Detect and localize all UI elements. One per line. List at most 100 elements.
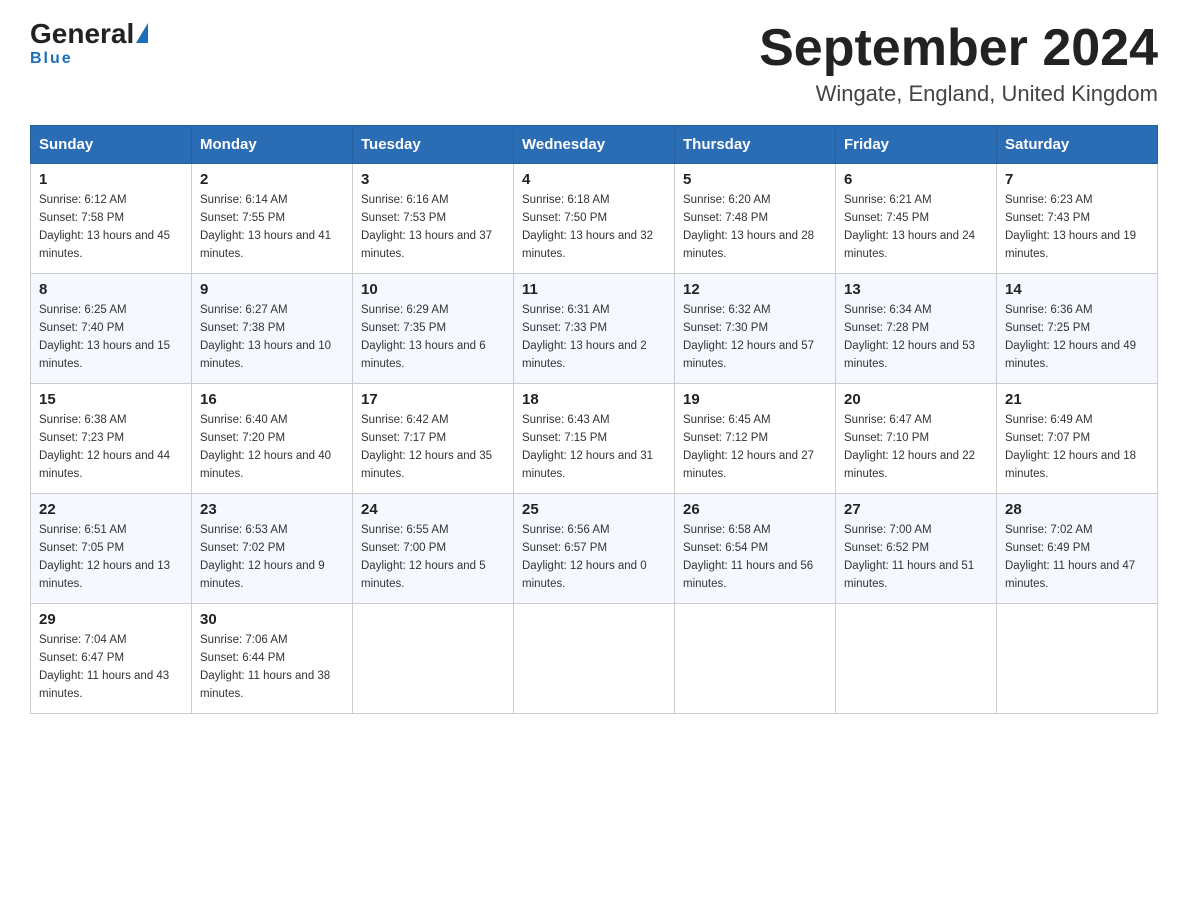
day-info: Sunrise: 6:18 AM Sunset: 7:50 PM Dayligh… xyxy=(522,192,666,263)
day-info: Sunrise: 7:02 AM Sunset: 6:49 PM Dayligh… xyxy=(1005,522,1149,593)
day-info: Sunrise: 6:47 AM Sunset: 7:10 PM Dayligh… xyxy=(844,412,988,483)
table-row: 11 Sunrise: 6:31 AM Sunset: 7:33 PM Dayl… xyxy=(514,274,675,384)
day-number: 26 xyxy=(683,501,827,518)
day-number: 4 xyxy=(522,171,666,188)
day-info: Sunrise: 6:51 AM Sunset: 7:05 PM Dayligh… xyxy=(39,522,183,593)
day-number: 29 xyxy=(39,611,183,628)
table-row: 26 Sunrise: 6:58 AM Sunset: 6:54 PM Dayl… xyxy=(675,494,836,604)
logo-blue: Blue xyxy=(30,50,73,68)
day-info: Sunrise: 6:23 AM Sunset: 7:43 PM Dayligh… xyxy=(1005,192,1149,263)
day-number: 12 xyxy=(683,281,827,298)
header-saturday: Saturday xyxy=(997,126,1158,164)
header-wednesday: Wednesday xyxy=(514,126,675,164)
day-info: Sunrise: 6:42 AM Sunset: 7:17 PM Dayligh… xyxy=(361,412,505,483)
table-row: 21 Sunrise: 6:49 AM Sunset: 7:07 PM Dayl… xyxy=(997,384,1158,494)
day-number: 15 xyxy=(39,391,183,408)
table-row: 9 Sunrise: 6:27 AM Sunset: 7:38 PM Dayli… xyxy=(192,274,353,384)
day-info: Sunrise: 6:27 AM Sunset: 7:38 PM Dayligh… xyxy=(200,302,344,373)
day-number: 1 xyxy=(39,171,183,188)
day-info: Sunrise: 6:58 AM Sunset: 6:54 PM Dayligh… xyxy=(683,522,827,593)
day-info: Sunrise: 6:31 AM Sunset: 7:33 PM Dayligh… xyxy=(522,302,666,373)
table-row: 10 Sunrise: 6:29 AM Sunset: 7:35 PM Dayl… xyxy=(353,274,514,384)
day-number: 28 xyxy=(1005,501,1149,518)
header-monday: Monday xyxy=(192,126,353,164)
header-tuesday: Tuesday xyxy=(353,126,514,164)
day-number: 9 xyxy=(200,281,344,298)
day-number: 16 xyxy=(200,391,344,408)
logo: General Blue xyxy=(30,20,148,68)
day-number: 13 xyxy=(844,281,988,298)
day-info: Sunrise: 7:00 AM Sunset: 6:52 PM Dayligh… xyxy=(844,522,988,593)
table-row xyxy=(675,604,836,714)
table-row: 29 Sunrise: 7:04 AM Sunset: 6:47 PM Dayl… xyxy=(31,604,192,714)
day-info: Sunrise: 6:34 AM Sunset: 7:28 PM Dayligh… xyxy=(844,302,988,373)
day-number: 7 xyxy=(1005,171,1149,188)
day-info: Sunrise: 6:36 AM Sunset: 7:25 PM Dayligh… xyxy=(1005,302,1149,373)
day-number: 23 xyxy=(200,501,344,518)
day-info: Sunrise: 6:40 AM Sunset: 7:20 PM Dayligh… xyxy=(200,412,344,483)
table-row: 25 Sunrise: 6:56 AM Sunset: 6:57 PM Dayl… xyxy=(514,494,675,604)
table-row xyxy=(353,604,514,714)
table-row xyxy=(836,604,997,714)
day-info: Sunrise: 6:45 AM Sunset: 7:12 PM Dayligh… xyxy=(683,412,827,483)
day-number: 27 xyxy=(844,501,988,518)
table-row: 19 Sunrise: 6:45 AM Sunset: 7:12 PM Dayl… xyxy=(675,384,836,494)
table-row: 13 Sunrise: 6:34 AM Sunset: 7:28 PM Dayl… xyxy=(836,274,997,384)
table-row: 14 Sunrise: 6:36 AM Sunset: 7:25 PM Dayl… xyxy=(997,274,1158,384)
day-number: 18 xyxy=(522,391,666,408)
day-info: Sunrise: 6:56 AM Sunset: 6:57 PM Dayligh… xyxy=(522,522,666,593)
day-number: 17 xyxy=(361,391,505,408)
day-number: 21 xyxy=(1005,391,1149,408)
header-friday: Friday xyxy=(836,126,997,164)
day-number: 8 xyxy=(39,281,183,298)
table-row: 1 Sunrise: 6:12 AM Sunset: 7:58 PM Dayli… xyxy=(31,164,192,274)
table-row: 17 Sunrise: 6:42 AM Sunset: 7:17 PM Dayl… xyxy=(353,384,514,494)
calendar-table: Sunday Monday Tuesday Wednesday Thursday… xyxy=(30,125,1158,714)
day-info: Sunrise: 6:43 AM Sunset: 7:15 PM Dayligh… xyxy=(522,412,666,483)
table-row: 22 Sunrise: 6:51 AM Sunset: 7:05 PM Dayl… xyxy=(31,494,192,604)
day-info: Sunrise: 7:04 AM Sunset: 6:47 PM Dayligh… xyxy=(39,632,183,703)
table-row: 28 Sunrise: 7:02 AM Sunset: 6:49 PM Dayl… xyxy=(997,494,1158,604)
table-row: 18 Sunrise: 6:43 AM Sunset: 7:15 PM Dayl… xyxy=(514,384,675,494)
logo-text: General xyxy=(30,20,148,48)
header-thursday: Thursday xyxy=(675,126,836,164)
table-row: 23 Sunrise: 6:53 AM Sunset: 7:02 PM Dayl… xyxy=(192,494,353,604)
location-label: Wingate, England, United Kingdom xyxy=(759,81,1158,107)
day-number: 14 xyxy=(1005,281,1149,298)
table-row: 3 Sunrise: 6:16 AM Sunset: 7:53 PM Dayli… xyxy=(353,164,514,274)
day-info: Sunrise: 6:16 AM Sunset: 7:53 PM Dayligh… xyxy=(361,192,505,263)
day-number: 11 xyxy=(522,281,666,298)
table-row xyxy=(514,604,675,714)
day-number: 3 xyxy=(361,171,505,188)
day-info: Sunrise: 6:12 AM Sunset: 7:58 PM Dayligh… xyxy=(39,192,183,263)
table-row: 4 Sunrise: 6:18 AM Sunset: 7:50 PM Dayli… xyxy=(514,164,675,274)
day-info: Sunrise: 6:49 AM Sunset: 7:07 PM Dayligh… xyxy=(1005,412,1149,483)
day-number: 5 xyxy=(683,171,827,188)
day-info: Sunrise: 6:32 AM Sunset: 7:30 PM Dayligh… xyxy=(683,302,827,373)
day-number: 25 xyxy=(522,501,666,518)
header-sunday: Sunday xyxy=(31,126,192,164)
title-area: September 2024 Wingate, England, United … xyxy=(759,20,1158,107)
page-header: General Blue September 2024 Wingate, Eng… xyxy=(30,20,1158,107)
calendar-header-row: Sunday Monday Tuesday Wednesday Thursday… xyxy=(31,126,1158,164)
day-number: 10 xyxy=(361,281,505,298)
table-row: 24 Sunrise: 6:55 AM Sunset: 7:00 PM Dayl… xyxy=(353,494,514,604)
table-row: 7 Sunrise: 6:23 AM Sunset: 7:43 PM Dayli… xyxy=(997,164,1158,274)
logo-triangle-icon xyxy=(136,23,148,43)
table-row: 2 Sunrise: 6:14 AM Sunset: 7:55 PM Dayli… xyxy=(192,164,353,274)
day-info: Sunrise: 6:53 AM Sunset: 7:02 PM Dayligh… xyxy=(200,522,344,593)
day-info: Sunrise: 6:14 AM Sunset: 7:55 PM Dayligh… xyxy=(200,192,344,263)
day-number: 6 xyxy=(844,171,988,188)
logo-general: General xyxy=(30,20,134,48)
table-row: 16 Sunrise: 6:40 AM Sunset: 7:20 PM Dayl… xyxy=(192,384,353,494)
table-row: 15 Sunrise: 6:38 AM Sunset: 7:23 PM Dayl… xyxy=(31,384,192,494)
table-row: 30 Sunrise: 7:06 AM Sunset: 6:44 PM Dayl… xyxy=(192,604,353,714)
table-row xyxy=(997,604,1158,714)
table-row: 8 Sunrise: 6:25 AM Sunset: 7:40 PM Dayli… xyxy=(31,274,192,384)
day-info: Sunrise: 6:29 AM Sunset: 7:35 PM Dayligh… xyxy=(361,302,505,373)
table-row: 6 Sunrise: 6:21 AM Sunset: 7:45 PM Dayli… xyxy=(836,164,997,274)
day-info: Sunrise: 6:55 AM Sunset: 7:00 PM Dayligh… xyxy=(361,522,505,593)
day-number: 2 xyxy=(200,171,344,188)
day-info: Sunrise: 7:06 AM Sunset: 6:44 PM Dayligh… xyxy=(200,632,344,703)
day-number: 24 xyxy=(361,501,505,518)
